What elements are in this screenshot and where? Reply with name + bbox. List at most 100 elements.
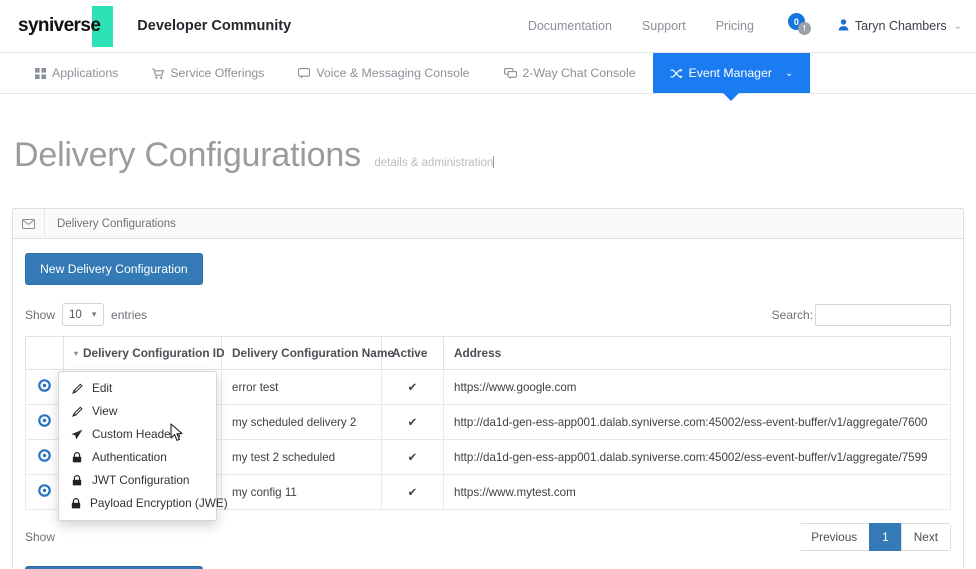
nav-tab-2-way-chat-console[interactable]: 2-Way Chat Console [487,53,653,93]
chat-icon [298,67,311,79]
table-controls: Show 10 ▾ entries Search: [25,303,951,326]
nav-link-documentation[interactable]: Documentation [528,19,612,33]
column-header-address[interactable]: Address [443,336,951,370]
user-menu[interactable]: Taryn Chambers ⌄ [838,18,962,34]
chats-icon [503,67,517,79]
nav-link-support[interactable]: Support [642,19,686,33]
search-control: Search: [771,303,951,326]
page-header: Delivery Configurations details & admini… [0,94,976,175]
page-size-select[interactable]: 10 ▾ [62,303,105,326]
app-page: syniverse Developer Community Documentat… [0,0,976,569]
cell-active: ✔ [381,369,444,405]
logo-text: syniverse [18,15,101,36]
user-name-label: Taryn Chambers [854,19,947,33]
text-cursor [493,156,495,168]
context-menu-item-jwt-configuration[interactable]: JWT Configuration [59,469,216,492]
table-head: ▾ Delivery Configuration ID Delivery Conf… [25,336,951,370]
envelope-icon [13,208,45,239]
info-badge-icon[interactable]: ! [797,22,811,35]
gear-icon[interactable] [38,449,51,465]
context-menu-item-edit[interactable]: Edit [59,377,216,400]
nav-tab-voice-messaging-console[interactable]: Voice & Messaging Console [281,53,486,93]
row-actions-context-menu: Edit View Custom Headers Authentication … [58,371,228,521]
gear-icon[interactable] [38,379,51,395]
shuffle-icon [670,68,683,79]
brand-logo[interactable]: syniverse [18,0,113,53]
gear-icon[interactable] [38,484,51,500]
pagination-page-1[interactable]: 1 [869,523,902,551]
nav-tab-label: Event Manager [688,66,772,80]
mouse-cursor [170,423,184,447]
paper-plane-icon [71,429,83,440]
table-footer: Show Previous 1 Next [25,522,951,552]
cell-delivery-configuration-name: my scheduled delivery 2 [221,404,382,440]
page-size-value: 10 [69,308,82,321]
nav-tab-applications[interactable]: Applications [18,53,135,93]
context-menu-item-label: Authentication [92,450,167,464]
lock-icon [71,475,83,486]
context-menu-item-label: Edit [92,381,113,395]
context-menu-item-authentication[interactable]: Authentication [59,446,216,469]
pencil-icon [71,383,83,394]
panel-header-label: Delivery Configurations [57,217,176,230]
pencil-icon [71,406,83,417]
notification-badge-group[interactable]: 0 ! [784,13,818,39]
cell-delivery-configuration-name: my config 11 [221,474,382,510]
cell-active: ✔ [381,439,444,475]
context-menu-item-view[interactable]: View [59,400,216,423]
search-label: Search: [771,307,813,322]
cell-active: ✔ [381,404,444,440]
chevron-down-icon: ▾ [91,309,97,319]
cell-delivery-configuration-name: error test [221,369,382,405]
cell-address: https://www.mytest.com [443,474,951,510]
cell-active: ✔ [381,474,444,510]
nav-tab-service-offerings[interactable]: Service Offerings [135,53,281,93]
show-entries-control: Show 10 ▾ entries [25,303,147,326]
column-header-delivery-configuration-id[interactable]: ▾ Delivery Configuration ID [63,336,225,370]
chevron-down-icon: ⌄ [784,67,794,79]
cell-address: http://da1d-gen-ess-app001.dalab.syniver… [443,439,951,475]
entries-label: entries [111,307,148,322]
footer-show-text: Show [25,530,56,544]
nav-tab-label: 2-Way Chat Console [522,66,636,80]
context-menu-item-payload-encryption-jwe[interactable]: Payload Encryption (JWE) [59,492,228,515]
search-input[interactable] [815,303,951,326]
nav-link-pricing[interactable]: Pricing [716,19,754,33]
column-label: Delivery Configuration ID [83,346,225,360]
lock-icon [71,498,81,509]
top-header: syniverse Developer Community Documentat… [0,0,976,53]
context-menu-item-label: Payload Encryption (JWE) [90,496,228,510]
cart-icon [152,67,165,79]
cell-address: http://da1d-gen-ess-app001.dalab.syniver… [443,404,951,440]
main-navigation: Applications Service Offerings Voice & M… [0,53,976,94]
new-delivery-configuration-button-top[interactable]: New Delivery Configuration [25,253,203,285]
nav-tab-event-manager[interactable]: Event Manager ⌄ [652,53,811,93]
nav-tab-label: Applications [52,66,119,80]
header-right-group: Documentation Support Pricing 0 ! Taryn … [528,13,962,39]
user-avatar-icon [838,18,849,34]
page-title: Delivery Configurations [14,136,361,174]
nav-tab-label: Service Offerings [170,66,265,80]
context-menu-item-custom-headers[interactable]: Custom Headers [59,423,216,446]
pagination-previous[interactable]: Previous [799,523,871,551]
panel-header: Delivery Configurations [13,208,963,239]
cell-delivery-configuration-name: my test 2 scheduled [221,439,382,475]
column-header-delivery-configuration-name[interactable]: Delivery Configuration Name [221,336,394,370]
table-header-row: ▾ Delivery Configuration ID Delivery Conf… [25,336,951,370]
nav-tab-label: Voice & Messaging Console [316,66,470,80]
context-menu-item-label: JWT Configuration [92,473,190,487]
pagination: Previous 1 Next [799,523,951,551]
page-subtitle: details & administration [374,157,494,169]
chevron-down-icon: ⌄ [953,20,962,32]
show-label: Show [25,307,56,322]
brand-title: Developer Community [137,18,292,34]
grid-icon [35,67,46,79]
context-menu-item-label: Custom Headers [92,427,181,441]
column-header-actions[interactable] [25,336,64,370]
sort-indicator-icon: ▾ [74,349,79,358]
context-menu-item-label: View [92,404,118,418]
pagination-next[interactable]: Next [900,523,951,551]
cell-address: https://www.google.com [443,369,951,405]
lock-icon [71,452,83,463]
gear-icon[interactable] [38,414,51,430]
